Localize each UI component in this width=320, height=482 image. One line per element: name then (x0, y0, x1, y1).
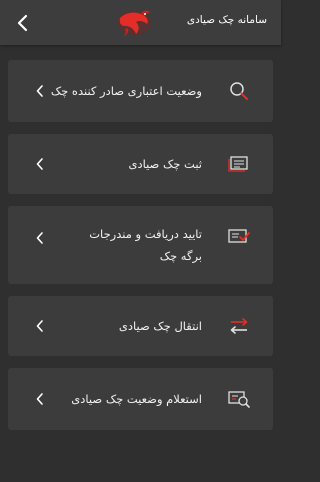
menu-item-confirm-cheque-receipt[interactable]: تایید دریافت و مندرجات برگه چک (8, 206, 273, 284)
chevron-left-icon (36, 320, 43, 332)
cheque-inquiry-icon (228, 391, 250, 408)
bird-logo (117, 10, 151, 36)
chevron-left-icon (36, 393, 43, 405)
back-chevron-icon[interactable] (13, 12, 33, 34)
menu-item-label: انتقال چک صیادی (118, 319, 202, 333)
chevron-left-icon (36, 158, 43, 170)
menu-item-label: وضعیت اعتباری صادر کننده چک (50, 84, 202, 98)
app-header: سامانه چک صیادی (0, 0, 281, 45)
cheque-confirm-icon (228, 229, 250, 243)
menu-item-label: استعلام وضعیت چک صیادی (71, 392, 202, 406)
chevron-left-icon (36, 85, 43, 97)
menu-item-register-cheque[interactable]: ثبت چک صیادی (8, 134, 273, 194)
menu-item-issuer-credit-status[interactable]: وضعیت اعتباری صادر کننده چک (8, 60, 273, 122)
menu-item-label: تایید دریافت و مندرجات برگه چک (89, 227, 202, 263)
cheque-register-icon (228, 156, 248, 172)
magnifier-icon (230, 82, 248, 100)
chevron-left-icon (36, 232, 43, 244)
menu-item-inquiry-cheque-status[interactable]: استعلام وضعیت چک صیادی (8, 368, 273, 430)
app-title: سامانه چک صیادی (186, 14, 267, 26)
menu-item-transfer-cheque[interactable]: انتقال چک صیادی (8, 296, 273, 356)
transfer-arrows-icon (230, 318, 248, 334)
menu-item-label: ثبت چک صیادی (128, 157, 202, 171)
